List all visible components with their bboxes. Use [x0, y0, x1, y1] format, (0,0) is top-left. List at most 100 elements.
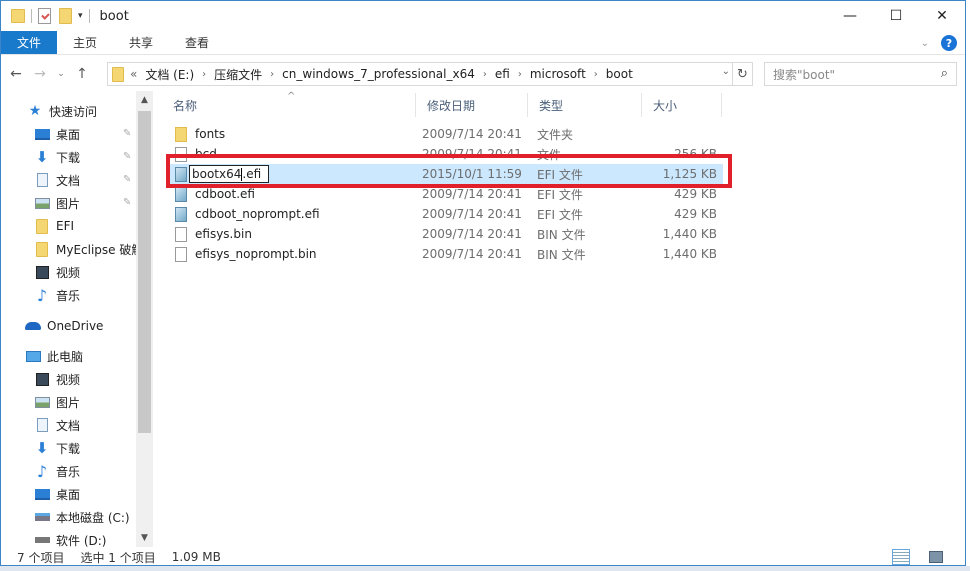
minimize-button[interactable]: —	[827, 1, 873, 31]
nav-item-efi[interactable]: EFI	[34, 215, 74, 237]
search-placeholder: 搜索"boot"	[773, 67, 836, 82]
window-title: boot	[99, 8, 129, 24]
quick-access-toolbar-dropdown[interactable]: ▾	[78, 11, 83, 21]
breadcrumb-separator[interactable]: ›	[270, 69, 274, 80]
forward-button[interactable]: →	[31, 66, 49, 82]
document-icon	[36, 418, 48, 432]
nav-pc-desktop[interactable]: 桌面	[34, 483, 80, 505]
recent-locations-button[interactable]: ⌄	[55, 69, 67, 79]
nav-item-downloads[interactable]: ⬇ 下载	[34, 146, 80, 168]
navigation-bar: ← → ⌄ ↑ « 文档 (E:) › 压缩文件 › cn_windows_7_…	[1, 60, 965, 88]
column-header-date[interactable]: 修改日期	[415, 91, 527, 119]
file-type: EFI 文件	[537, 167, 583, 182]
column-header-name[interactable]: 名称	[161, 91, 415, 119]
file-row[interactable]: fonts 2009/7/14 20:41 文件夹	[169, 124, 723, 144]
address-bar[interactable]: « 文档 (E:) › 压缩文件 › cn_windows_7_professi…	[107, 62, 753, 86]
folder-icon	[36, 218, 48, 234]
nav-pc-music[interactable]: ♪ 音乐	[34, 460, 80, 482]
nav-item-music[interactable]: ♪ 音乐	[34, 284, 80, 306]
scrollbar-thumb[interactable]	[138, 111, 151, 433]
nav-item-pictures[interactable]: 图片	[34, 192, 80, 214]
separator	[31, 9, 32, 23]
file-row-selected[interactable]: bootx64 .efi 2015/10/1 11:59 EFI 文件 1,125…	[169, 164, 723, 184]
folder-icon	[36, 241, 48, 257]
pin-icon[interactable]: ✎	[123, 151, 131, 162]
file-row[interactable]: cdboot.efi 2009/7/14 20:41 EFI 文件 429 KB	[169, 184, 723, 204]
scroll-up-icon[interactable]: ▲	[136, 95, 153, 105]
pin-icon[interactable]: ✎	[123, 174, 131, 185]
breadcrumb-separator[interactable]: ›	[202, 69, 206, 80]
title-bar: ▾ boot — ☐ ✕	[1, 1, 965, 31]
up-button[interactable]: ↑	[73, 66, 91, 82]
music-icon: ♪	[36, 285, 48, 305]
help-icon[interactable]: ?	[941, 35, 957, 51]
nav-drive-c[interactable]: 本地磁盘 (C:)	[34, 506, 130, 528]
nav-item-myeclipse[interactable]: MyEclipse 破解	[34, 238, 143, 260]
large-icons-view-icon[interactable]	[929, 551, 943, 563]
new-folder-icon[interactable]	[59, 8, 72, 24]
column-header-type[interactable]: 类型	[527, 91, 641, 119]
nav-item-desktop[interactable]: 桌面	[34, 123, 80, 145]
nav-pc-downloads[interactable]: ⬇ 下载	[34, 437, 80, 459]
nav-pc-documents[interactable]: 文档	[34, 414, 80, 436]
breadcrumb-separator[interactable]: ›	[594, 69, 598, 80]
rename-input[interactable]: bootx64 .efi	[189, 165, 269, 183]
nav-drive-d[interactable]: 软件 (D:)	[34, 529, 106, 547]
download-icon: ⬇	[35, 439, 49, 457]
breadcrumb-separator[interactable]: ›	[518, 69, 522, 80]
nav-pc-videos[interactable]: 视频	[34, 368, 80, 390]
file-row[interactable]: bcd 2009/7/14 20:41 文件 256 KB	[169, 144, 723, 164]
breadcrumb-separator[interactable]: ›	[483, 69, 487, 80]
folder-icon	[175, 126, 187, 142]
search-icon[interactable]: ⌕	[941, 66, 948, 81]
file-size: 1,125 KB	[662, 167, 717, 181]
nav-onedrive[interactable]: OneDrive	[25, 315, 103, 337]
nav-pc-pictures[interactable]: 图片	[34, 391, 80, 413]
file-date: 2009/7/14 20:41	[422, 147, 522, 161]
scroll-down-icon[interactable]: ▼	[136, 533, 153, 543]
tab-file[interactable]: 文件	[1, 31, 57, 54]
file-type: BIN 文件	[537, 227, 586, 242]
address-dropdown-icon[interactable]: ⌄	[722, 66, 730, 77]
breadcrumb-item[interactable]: 压缩文件	[214, 66, 262, 83]
pin-icon[interactable]: ✎	[123, 197, 131, 208]
nav-pane-scrollbar[interactable]: ▲ ▼	[136, 91, 153, 547]
breadcrumb-current[interactable]: boot	[606, 67, 633, 81]
nav-quick-access[interactable]: ★ 快速访问	[27, 100, 97, 122]
efi-file-icon	[175, 206, 187, 222]
picture-icon	[34, 396, 50, 408]
breadcrumb-item[interactable]: cn_windows_7_professional_x64	[282, 67, 475, 81]
details-view-icon[interactable]	[892, 549, 910, 565]
close-button[interactable]: ✕	[919, 1, 965, 31]
file-row[interactable]: cdboot_noprompt.efi 2009/7/14 20:41 EFI …	[169, 204, 723, 224]
efi-file-icon	[175, 186, 187, 202]
properties-icon[interactable]	[38, 8, 51, 24]
file-row[interactable]: efisys.bin 2009/7/14 20:41 BIN 文件 1,440 …	[169, 224, 723, 244]
tab-share[interactable]: 共享	[113, 31, 169, 54]
breadcrumb-item[interactable]: microsoft	[530, 67, 586, 81]
nav-this-pc[interactable]: 此电脑	[25, 345, 83, 367]
column-header-size[interactable]: 大小	[641, 91, 721, 119]
drive-icon	[34, 537, 50, 543]
breadcrumb-overflow[interactable]: «	[130, 67, 137, 81]
desktop-icon	[34, 128, 50, 140]
expand-ribbon-icon[interactable]: ⌄	[921, 38, 929, 49]
refresh-button[interactable]: ↻	[732, 63, 752, 85]
tab-home[interactable]: 主页	[57, 31, 113, 54]
download-icon: ⬇	[35, 148, 49, 166]
search-input[interactable]: 搜索"boot" ⌕	[764, 62, 957, 86]
tab-view[interactable]: 查看	[169, 31, 225, 54]
pin-icon[interactable]: ✎	[123, 128, 131, 139]
selection-count: 选中 1 个项目	[80, 550, 156, 565]
breadcrumb-item[interactable]: 文档 (E:)	[145, 66, 194, 83]
file-name: cdboot.efi	[195, 187, 255, 201]
maximize-button[interactable]: ☐	[873, 1, 919, 31]
back-button[interactable]: ←	[7, 66, 25, 82]
video-icon	[35, 372, 49, 386]
file-date: 2009/7/14 20:41	[422, 207, 522, 221]
column-divider[interactable]	[721, 93, 722, 117]
file-row[interactable]: efisys_noprompt.bin 2009/7/14 20:41 BIN …	[169, 244, 723, 264]
nav-item-videos[interactable]: 视频	[34, 261, 80, 283]
breadcrumb-item[interactable]: efi	[495, 67, 510, 81]
nav-item-documents[interactable]: 文档	[34, 169, 80, 191]
